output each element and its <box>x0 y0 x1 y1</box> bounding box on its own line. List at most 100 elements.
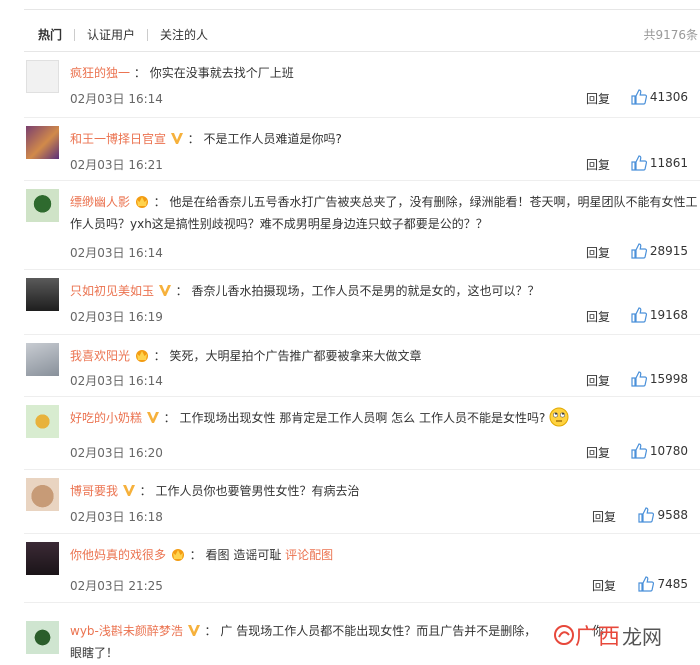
tab-divider <box>74 29 76 41</box>
comment-date: 02月03日 16:14 <box>70 92 163 106</box>
rolling-eyes-emoji-icon <box>549 407 569 427</box>
comment-separator: ： <box>189 548 202 562</box>
comment-filter-tabs: 热门 认证用户 关注的人 共9176条 <box>24 20 700 52</box>
like-button[interactable]: 10780 <box>631 443 688 459</box>
comment-username[interactable]: 缥缈幽人影 <box>70 195 130 209</box>
thumbs-up-icon <box>631 243 647 259</box>
comment-separator: ： <box>139 484 152 498</box>
comment-item: 只如初见美如玉 ： 香奈儿香水拍摄现场，工作人员不是男的就是女的，这也可以？？ … <box>24 270 700 335</box>
comment-separator: ： <box>175 284 188 298</box>
avatar[interactable] <box>26 126 59 159</box>
thumbs-up-icon <box>631 155 647 171</box>
comment-item: wyb-浅斟未颜醉梦浩 ： 广 告现场工作人员都不能出现女性？而且广告并不是删除… <box>24 603 700 665</box>
reply-button[interactable]: 回复 <box>592 508 616 525</box>
thumbs-up-icon <box>638 576 655 592</box>
avatar[interactable] <box>26 60 59 93</box>
avatar[interactable] <box>26 405 59 438</box>
like-count: 11861 <box>649 156 688 170</box>
reply-button[interactable]: 回复 <box>586 156 610 173</box>
comment-username[interactable]: wyb-浅斟未颜醉梦浩 <box>70 624 183 638</box>
top-divider <box>24 9 700 10</box>
avatar[interactable] <box>26 278 59 311</box>
vip-badge-icon <box>146 412 159 423</box>
comment-item: 你他妈真的戏很多 ： 看图 造谣可耻 评论配图 02月03日 21:25 回复 … <box>24 534 700 603</box>
view-image-link[interactable]: 评论配图 <box>285 548 333 562</box>
reply-button[interactable]: 回复 <box>586 444 610 461</box>
reply-button[interactable]: 回复 <box>592 577 616 594</box>
like-count: 19168 <box>649 308 688 322</box>
like-count: 9588 <box>657 508 688 522</box>
comment-username[interactable]: 疯狂的独一 <box>70 66 130 80</box>
vip-badge-icon <box>158 285 171 296</box>
reply-button[interactable]: 回复 <box>586 244 610 261</box>
comment-text: 你实在没事就去找个厂上班 <box>149 66 294 80</box>
comment-item: 好吃的小奶糕 ： 工作现场出现女性 那肯定是工作人员啊 怎么 工作人员不能是女性… <box>24 397 700 470</box>
comment-text: 工作人员你也要管男性女性？有病去治 <box>155 484 360 498</box>
comment-item: 博哥要我 ： 工作人员你也要管男性女性？有病去治 02月03日 16:18 回复… <box>24 470 700 534</box>
like-count: 15998 <box>649 372 688 386</box>
like-button[interactable]: 15998 <box>631 371 688 387</box>
like-button[interactable]: 41306 <box>631 89 688 105</box>
thumbs-up-icon <box>631 307 647 323</box>
comment-date: 02月03日 16:18 <box>70 510 163 524</box>
tab-hot[interactable]: 热门 <box>24 20 62 43</box>
like-button[interactable]: 19168 <box>631 307 688 323</box>
comment-item: 我喜欢阳光 ： 笑死，大明星拍个广告推广都要被拿来大做文章 02月03日 16:… <box>24 335 700 397</box>
comment-username[interactable]: 你他妈真的戏很多 <box>70 548 166 562</box>
crown-badge-icon <box>135 350 148 362</box>
comment-date: 02月03日 21:25 <box>70 579 163 593</box>
avatar[interactable] <box>26 542 59 575</box>
comment-item: 和王一博择日官宣 ： 不是工作人员难道是你吗? 02月03日 16:21 回复 … <box>24 118 700 181</box>
like-button[interactable]: 28915 <box>631 243 688 259</box>
comment-text: 工作现场出现女性 那肯定是工作人员啊 怎么 工作人员不能是女性吗? <box>179 411 546 425</box>
comment-date: 02月03日 16:21 <box>70 158 163 172</box>
like-count: 7485 <box>657 577 688 591</box>
comment-username[interactable]: 和王一博择日官宣 <box>70 132 166 146</box>
comment-text: 笑死，大明星拍个广告推广都要被拿来大做文章 <box>169 349 422 363</box>
like-button[interactable]: 7485 <box>638 576 688 592</box>
comment-separator: ： <box>204 624 217 638</box>
tab-verified-users[interactable]: 认证用户 <box>87 20 135 43</box>
comment-date: 02月03日 16:14 <box>70 374 163 388</box>
crown-badge-icon <box>171 549 184 561</box>
comment-username[interactable]: 只如初见美如玉 <box>70 284 154 298</box>
reply-button[interactable]: 回复 <box>586 308 610 325</box>
vip-badge-icon <box>187 625 200 636</box>
thumbs-up-icon <box>631 443 647 459</box>
thumbs-up-icon <box>631 371 647 387</box>
reply-button[interactable]: 回复 <box>586 90 610 107</box>
comment-separator: ： <box>163 411 176 425</box>
comment-date: 02月03日 16:19 <box>70 310 163 324</box>
comment-text-end: 你 <box>592 624 605 638</box>
avatar[interactable] <box>26 621 59 654</box>
comment-date: 02月03日 16:20 <box>70 446 163 460</box>
comment-total-count: 共9176条 <box>643 28 698 42</box>
comment-text: 看图 造谣可耻 <box>205 548 286 562</box>
avatar[interactable] <box>26 343 59 376</box>
tab-following[interactable]: 关注的人 <box>160 20 208 43</box>
comment-username[interactable]: 博哥要我 <box>70 484 118 498</box>
comment-username[interactable]: 我喜欢阳光 <box>70 349 130 363</box>
comment-username[interactable]: 好吃的小奶糕 <box>70 411 142 425</box>
vip-badge-icon <box>170 133 183 144</box>
comment-text: 不是工作人员难道是你吗? <box>203 132 342 146</box>
tab-divider <box>147 29 149 41</box>
comment-separator: ： <box>187 132 200 146</box>
like-button[interactable]: 11861 <box>631 155 688 171</box>
avatar[interactable] <box>26 189 59 222</box>
comment-separator: ： <box>153 349 166 363</box>
comment-text-continued: 眼瞎了！ <box>70 646 119 660</box>
avatar[interactable] <box>26 478 59 511</box>
like-count: 28915 <box>649 244 688 258</box>
reply-button[interactable]: 回复 <box>586 372 610 389</box>
like-count: 41306 <box>649 90 688 104</box>
crown-badge-icon <box>135 196 148 208</box>
like-button[interactable]: 9588 <box>638 507 688 523</box>
comment-item: 缥缈幽人影 ： 他是在给香奈儿五号香水打广告被夹总夹了，没有删除，绿洲能看！苍天… <box>24 181 700 270</box>
vip-badge-icon <box>122 485 135 496</box>
like-count: 10780 <box>649 444 688 458</box>
comment-separator: ： <box>133 66 146 80</box>
thumbs-up-icon <box>631 89 647 105</box>
comment-text: 广 告现场工作人员都不能出现女性？而且广告并不是删除， <box>220 624 537 638</box>
comment-text: 香奈儿香水拍摄现场，工作人员不是男的就是女的，这也可以？？ <box>191 284 540 298</box>
